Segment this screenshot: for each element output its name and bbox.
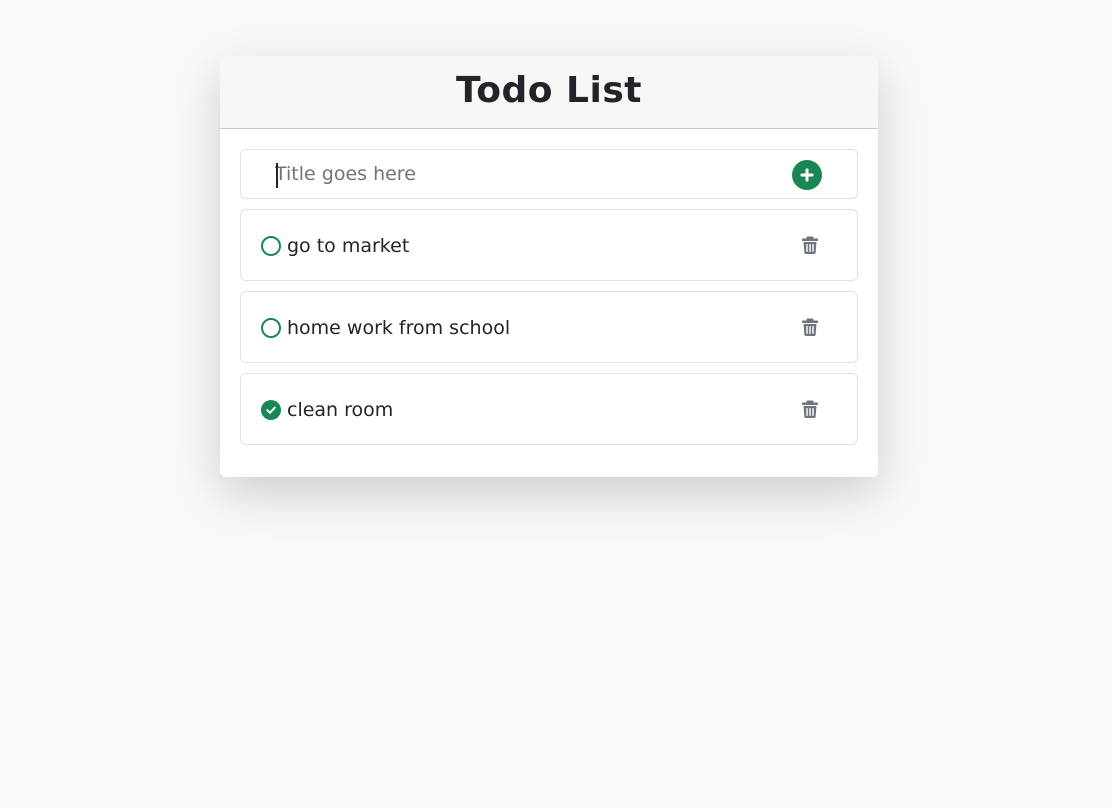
- card-body: go to market home work from school: [220, 129, 878, 445]
- card-header: Todo List: [220, 56, 878, 129]
- page-title: Todo List: [456, 69, 642, 111]
- trash-icon: [802, 236, 818, 254]
- add-todo-button[interactable]: [792, 160, 822, 190]
- delete-todo-button[interactable]: [801, 317, 819, 337]
- checkmark-icon: [266, 406, 276, 414]
- delete-todo-button[interactable]: [801, 235, 819, 255]
- plus-icon: [800, 168, 814, 182]
- new-todo-form: [240, 149, 858, 199]
- todo-title: clean room: [287, 399, 394, 421]
- todo-item: clean room: [240, 373, 858, 445]
- circle-icon[interactable]: [261, 236, 281, 256]
- todo-card: Todo List go to market: [220, 56, 878, 477]
- check-circle-icon[interactable]: [261, 400, 281, 420]
- trash-icon: [802, 318, 818, 336]
- todo-item: go to market: [240, 209, 858, 281]
- delete-todo-button[interactable]: [801, 399, 819, 419]
- trash-icon: [802, 400, 818, 418]
- todo-item: home work from school: [240, 291, 858, 363]
- todo-title: home work from school: [287, 317, 511, 339]
- todo-title: go to market: [287, 235, 410, 257]
- text-caret: [276, 163, 278, 188]
- new-todo-input[interactable]: [275, 150, 775, 198]
- circle-icon[interactable]: [261, 318, 281, 338]
